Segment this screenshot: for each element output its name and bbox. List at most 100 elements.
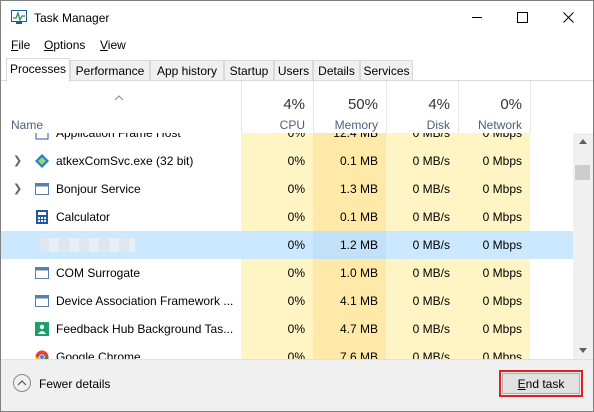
- table-row-selected[interactable]: 0% 1.2 MB 0 MB/s 0 Mbps: [1, 231, 573, 259]
- scroll-up-button[interactable]: [573, 133, 593, 150]
- process-name: Feedback Hub Background Tas...: [56, 322, 234, 336]
- disk-total-percent: 4%: [428, 96, 450, 113]
- close-button[interactable]: [545, 1, 591, 33]
- menu-view[interactable]: View: [100, 38, 126, 52]
- disk-value: 0 MB/s: [386, 147, 458, 175]
- memory-value: 1.0 MB: [313, 259, 386, 287]
- disk-value: 0 MB/s: [386, 133, 458, 147]
- cpu-value: 0%: [241, 259, 313, 287]
- cpu-value: 0%: [241, 343, 313, 359]
- title-bar[interactable]: Task Manager: [1, 1, 593, 33]
- column-header: Name 4% CPU 50% Memory 4% Disk 0% Networ…: [1, 81, 573, 133]
- network-value: 0 Mbps: [458, 203, 530, 231]
- process-name: Google Chrome: [56, 350, 141, 359]
- table-row[interactable]: Device Association Framework ... 0% 4.1 …: [1, 287, 573, 315]
- window-icon: [35, 267, 49, 279]
- memory-value: 0.1 MB: [313, 147, 386, 175]
- sort-chevron-up-icon[interactable]: [114, 95, 124, 101]
- memory-total-percent: 50%: [347, 96, 378, 113]
- window-icon: [35, 295, 49, 307]
- chrome-icon: [35, 350, 49, 359]
- column-header-memory[interactable]: 50% Memory: [313, 81, 386, 133]
- expand-chevron-icon[interactable]: ❯: [13, 175, 22, 203]
- redacted-process-name: [39, 238, 135, 252]
- tab-app-history[interactable]: App history: [150, 60, 224, 81]
- menu-options[interactable]: Options: [44, 38, 85, 52]
- memory-value: 4.7 MB: [313, 315, 386, 343]
- calculator-icon: [36, 210, 48, 224]
- task-manager-icon: [11, 10, 27, 24]
- cpu-column-label: CPU: [279, 118, 305, 132]
- memory-value: 7.6 MB: [313, 343, 386, 359]
- table-row[interactable]: COM Surrogate 0% 1.0 MB 0 MB/s 0 Mbps: [1, 259, 573, 287]
- tab-processes[interactable]: Processes: [6, 58, 70, 82]
- vertical-scrollbar[interactable]: [573, 133, 593, 359]
- table-row[interactable]: ❯ Bonjour Service 0% 1.3 MB 0 MB/s 0 Mbp…: [1, 175, 573, 203]
- minimize-icon: [471, 16, 482, 18]
- cpu-value: 0%: [241, 287, 313, 315]
- table-row[interactable]: ❯ atkexComSvc.exe (32 bit) 0% 0.1 MB 0 M…: [1, 147, 573, 175]
- chevron-up-icon: [17, 380, 27, 386]
- end-task-label: nd task: [525, 376, 565, 391]
- process-name: Bonjour Service: [56, 182, 141, 196]
- menu-options-label: ptions: [53, 38, 86, 52]
- task-manager-window: Task Manager File Options View Processes…: [0, 0, 594, 412]
- maximize-icon: [516, 11, 528, 23]
- column-header-name[interactable]: Name: [11, 118, 43, 132]
- disk-value: 0 MB/s: [386, 343, 458, 359]
- end-task-button[interactable]: End task: [502, 373, 580, 394]
- close-icon: [562, 11, 574, 23]
- memory-value: 1.3 MB: [313, 175, 386, 203]
- table-row[interactable]: Calculator 0% 0.1 MB 0 MB/s 0 Mbps: [1, 203, 573, 231]
- scroll-down-arrow-icon: [579, 348, 587, 353]
- table-row[interactable]: Google Chrome 0% 7.6 MB 0 MB/s 0 Mbps: [1, 343, 573, 359]
- column-header-cpu[interactable]: 4% CPU: [241, 81, 313, 133]
- disk-value: 0 MB/s: [386, 287, 458, 315]
- window-icon: [35, 183, 49, 195]
- menu-bar: File Options View: [1, 35, 593, 55]
- tab-users[interactable]: Users: [274, 60, 313, 81]
- process-name: COM Surrogate: [56, 266, 141, 280]
- disk-value: 0 MB/s: [386, 231, 458, 259]
- service-diamond-icon: [35, 154, 49, 168]
- scrollbar-thumb[interactable]: [575, 165, 590, 180]
- footer-bar: Fewer details End task: [1, 359, 593, 411]
- network-column-label: Network: [477, 118, 522, 132]
- disk-value: 0 MB/s: [386, 315, 458, 343]
- column-header-network[interactable]: 0% Network: [458, 81, 530, 133]
- cpu-total-percent: 4%: [283, 96, 305, 113]
- tab-services[interactable]: Services: [360, 60, 413, 81]
- network-value: 0 Mbps: [458, 343, 530, 359]
- app-frame-icon: [35, 133, 49, 140]
- minimize-button[interactable]: [454, 1, 500, 33]
- network-value: 0 Mbps: [458, 231, 530, 259]
- network-value: 0 Mbps: [458, 147, 530, 175]
- network-value: 0 Mbps: [458, 259, 530, 287]
- expand-chevron-icon[interactable]: ❯: [13, 147, 22, 175]
- scroll-down-button[interactable]: [573, 342, 593, 359]
- column-header-spacer: [530, 81, 573, 133]
- column-header-disk[interactable]: 4% Disk: [386, 81, 458, 133]
- tab-bar: Processes Performance App history Startu…: [1, 58, 593, 82]
- tab-details[interactable]: Details: [313, 60, 360, 81]
- table-row[interactable]: Feedback Hub Background Tas... 0% 4.7 MB…: [1, 315, 573, 343]
- menu-view-accel: V: [100, 38, 108, 52]
- table-row[interactable]: Application Frame Host 0% 12.4 MB 0 MB/s…: [1, 133, 573, 147]
- window-title: Task Manager: [34, 11, 110, 25]
- memory-value: 1.2 MB: [313, 231, 386, 259]
- disk-value: 0 MB/s: [386, 259, 458, 287]
- maximize-button[interactable]: [499, 1, 545, 33]
- process-name: Application Frame Host: [56, 133, 181, 140]
- tab-performance[interactable]: Performance: [70, 60, 150, 81]
- feedback-hub-icon: [35, 322, 49, 336]
- tab-startup[interactable]: Startup: [224, 60, 274, 81]
- menu-file[interactable]: File: [11, 38, 30, 52]
- cpu-value: 0%: [241, 231, 313, 259]
- menu-view-label: iew: [107, 38, 126, 52]
- fewer-details-toggle[interactable]: [13, 374, 31, 392]
- memory-value: 4.1 MB: [313, 287, 386, 315]
- process-name: Device Association Framework ...: [56, 294, 234, 308]
- network-total-percent: 0%: [500, 96, 522, 113]
- fewer-details-link[interactable]: Fewer details: [39, 377, 110, 391]
- memory-value: 12.4 MB: [313, 133, 386, 147]
